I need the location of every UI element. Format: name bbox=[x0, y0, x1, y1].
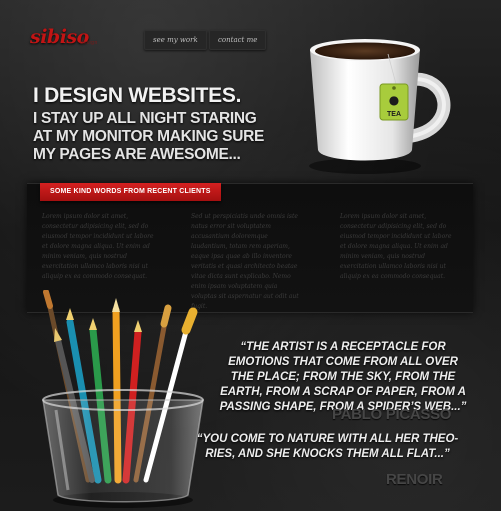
hero-subline-2: AT MY MONITOR MAKING SURE bbox=[33, 128, 265, 145]
quote-author-picasso: PABLO PICASSO bbox=[332, 406, 452, 423]
nav-contact-me[interactable]: contact me bbox=[209, 30, 267, 50]
quote-renoir: “YOU COME TO NATURE WITH ALL HER THEO-RI… bbox=[196, 433, 459, 460]
apple-icon: ● bbox=[389, 93, 399, 107]
nav-see-my-work[interactable]: see my work bbox=[144, 30, 207, 50]
hero-headline: I DESIGN WEBSITES. bbox=[33, 84, 242, 107]
tea-tag-label: TEA bbox=[387, 111, 401, 118]
tea-cup-illustration: ● TEA bbox=[309, 39, 451, 174]
testimonial-1: Lorem ipsum dolor sit amet, consectetur … bbox=[42, 213, 154, 280]
hero-subline-3: MY PAGES ARE AWESOME... bbox=[33, 146, 241, 163]
testimonials-heading: SOME KIND WORDS FROM RECENT CLIENTS bbox=[40, 183, 221, 201]
logo-tagline: design bbox=[80, 40, 98, 46]
quote-picasso: “THE ARTIST IS A RECEPTACLE FOR EMOTIONS… bbox=[219, 341, 467, 413]
page: sibiso design see my work contact me I D… bbox=[0, 0, 501, 511]
pencil-cup-illustration bbox=[42, 290, 204, 508]
quote-author-renoir: RENOIR bbox=[386, 471, 443, 488]
tea-tag: ● TEA bbox=[379, 83, 409, 121]
hero-subline-1: I STAY UP ALL NIGHT STARING bbox=[33, 110, 257, 127]
testimonial-3: Lorem ipsum dolor sit amet, consectetur … bbox=[340, 213, 452, 280]
